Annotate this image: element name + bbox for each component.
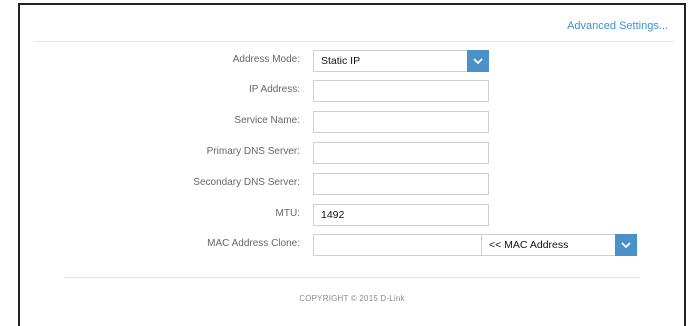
footer-divider <box>64 277 640 278</box>
mtu-input[interactable]: 1492 <box>313 204 489 226</box>
chevron-down-icon <box>615 234 637 256</box>
mac-clone-input[interactable] <box>313 234 489 256</box>
ip-address-input[interactable] <box>313 80 489 102</box>
service-name-label: Service Name: <box>234 115 300 126</box>
copyright-text: COPYRIGHT © 2015 D-Link <box>299 294 405 303</box>
primary-dns-label: Primary DNS Server: <box>206 146 300 157</box>
advanced-settings-link[interactable]: Advanced Settings... <box>567 20 668 32</box>
header-divider <box>34 41 674 42</box>
mac-clone-select[interactable]: << MAC Address <box>481 234 637 256</box>
ip-address-label: IP Address: <box>249 84 300 95</box>
settings-panel: Advanced Settings... Address Mode: Stati… <box>18 3 686 326</box>
secondary-dns-input[interactable] <box>313 173 489 195</box>
mtu-label: MTU: <box>275 208 300 219</box>
mac-clone-select-value: << MAC Address <box>489 239 569 251</box>
address-mode-value: Static IP <box>321 55 361 67</box>
service-name-input[interactable] <box>313 111 489 133</box>
secondary-dns-label: Secondary DNS Server: <box>193 177 300 188</box>
mac-clone-label: MAC Address Clone: <box>207 238 300 249</box>
address-mode-select[interactable]: Static IP <box>313 50 489 72</box>
primary-dns-input[interactable] <box>313 142 489 164</box>
chevron-down-icon <box>467 50 489 72</box>
address-mode-label: Address Mode: <box>232 54 300 65</box>
